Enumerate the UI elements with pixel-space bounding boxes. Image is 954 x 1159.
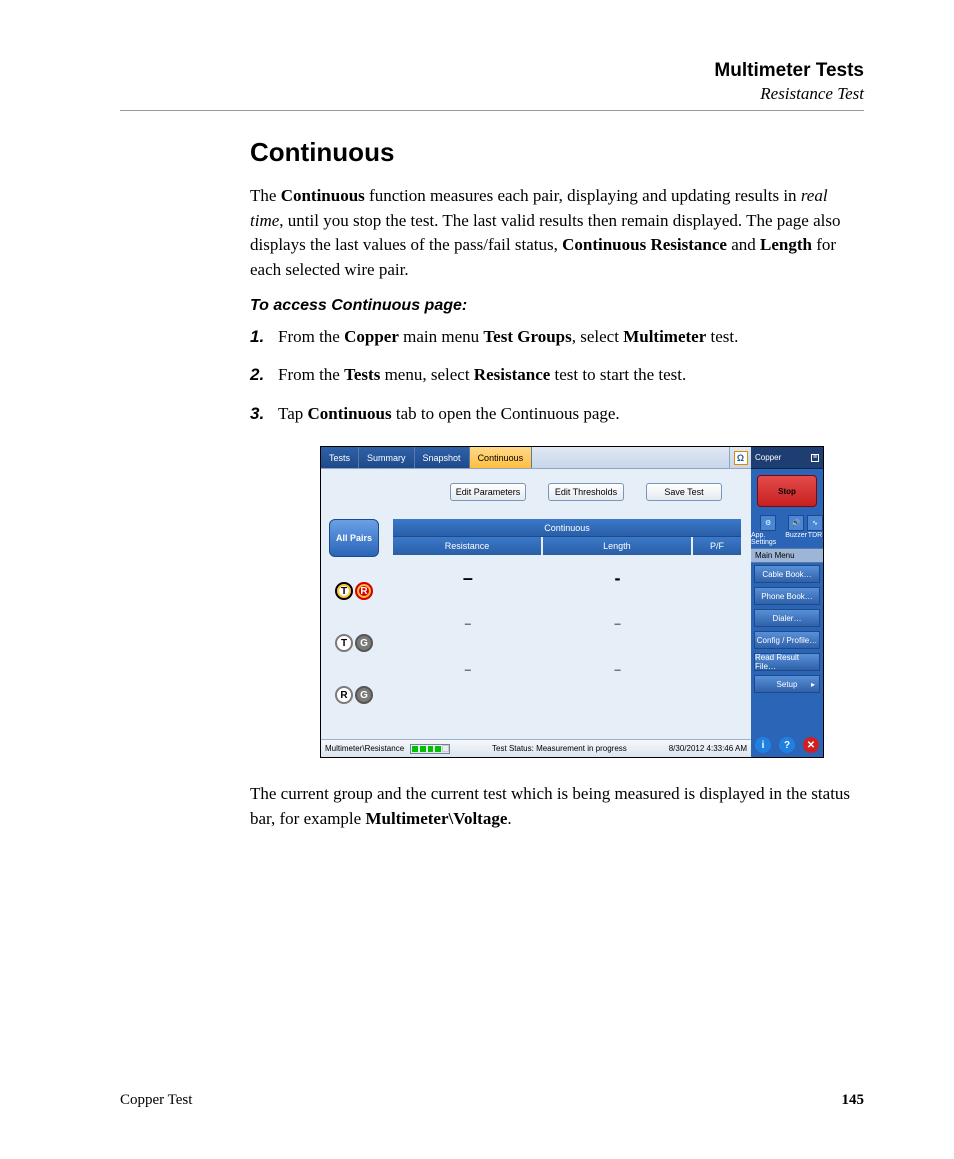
tdr-button[interactable]: ∿TDR: [807, 515, 823, 546]
pair-rg-icon[interactable]: R G: [335, 677, 373, 713]
buzzer-button[interactable]: 🔊Buzzer: [785, 515, 807, 546]
ring-icon: R: [335, 686, 353, 704]
page-number: 145: [842, 1092, 865, 1109]
all-pairs-button[interactable]: All Pairs: [329, 519, 379, 557]
intro-paragraph: The Continuous function measures each pa…: [250, 184, 864, 283]
menu-setup[interactable]: Setup▸: [754, 675, 820, 693]
tab-tests[interactable]: Tests: [321, 447, 359, 468]
menu-read-result[interactable]: Read Result File…: [754, 653, 820, 671]
step-number: 3.: [250, 402, 278, 427]
tab-snapshot[interactable]: Snapshot: [415, 447, 470, 468]
section-title: Continuous: [250, 137, 864, 168]
edit-parameters-button[interactable]: Edit Parameters: [450, 483, 526, 501]
save-test-button[interactable]: Save Test: [646, 483, 722, 501]
column-resistance: Resistance: [393, 537, 541, 555]
tab-summary[interactable]: Summary: [359, 447, 415, 468]
footer-left: Copper Test: [120, 1092, 192, 1109]
embedded-screenshot: Tests Summary Snapshot Continuous Ω Edit…: [320, 446, 824, 758]
data-row-rg: – –: [393, 647, 741, 693]
column-length: Length: [541, 537, 691, 555]
step-number: 2.: [250, 363, 278, 388]
status-timestamp: 8/30/2012 4:33:46 AM: [669, 744, 747, 753]
main-menu-header: Main Menu: [751, 548, 823, 563]
battery-icon: [410, 744, 450, 754]
value-resistance: –: [393, 618, 543, 630]
app-settings-button[interactable]: ⚙App. Settings: [751, 515, 785, 546]
procedure-subhead: To access Continuous page:: [250, 297, 864, 315]
pair-tg-icon[interactable]: T G: [335, 625, 373, 661]
speaker-icon: 🔊: [788, 515, 804, 531]
pair-tr-icon[interactable]: T R: [335, 573, 373, 609]
step-3: 3. Tap Continuous tab to open the Contin…: [250, 402, 864, 427]
tip-icon: T: [335, 582, 353, 600]
status-message: Test Status: Measurement in progress: [456, 744, 663, 753]
page-header-title: Multimeter Tests: [120, 60, 864, 82]
resistance-mode-icon[interactable]: Ω: [729, 447, 751, 468]
value-resistance: –: [393, 664, 543, 676]
status-bar: Multimeter\Resistance Test Status: Measu…: [321, 739, 751, 757]
chevron-right-icon: ▸: [811, 680, 815, 689]
tip-icon: T: [335, 634, 353, 652]
stop-button[interactable]: Stop: [757, 475, 817, 507]
value-resistance: –: [393, 568, 543, 589]
closing-paragraph: The current group and the current test w…: [250, 782, 864, 831]
close-button[interactable]: ✕: [803, 737, 819, 753]
sidebar-title: Copper: [755, 453, 781, 462]
data-row-tr: – -: [393, 555, 741, 601]
menu-config-profile[interactable]: Config / Profile…: [754, 631, 820, 649]
step-2: 2. From the Tests menu, select Resistanc…: [250, 363, 864, 388]
omega-icon: Ω: [737, 453, 744, 463]
continuous-header: Continuous: [393, 519, 741, 537]
menu-toggle-icon[interactable]: ≡: [811, 454, 819, 462]
help-button[interactable]: ?: [779, 737, 795, 753]
step-1: 1. From the Copper main menu Test Groups…: [250, 325, 864, 350]
sidebar: Copper ≡ Stop ⚙App. Settings 🔊Buzzer ∿TD…: [751, 447, 823, 757]
value-length: –: [543, 618, 693, 630]
status-path: Multimeter\Resistance: [325, 744, 404, 753]
ground-icon: G: [355, 634, 373, 652]
header-rule: [120, 110, 864, 111]
data-row-tg: – –: [393, 601, 741, 647]
ground-icon: G: [355, 686, 373, 704]
menu-dialer[interactable]: Dialer…: [754, 609, 820, 627]
menu-phone-book[interactable]: Phone Book…: [754, 587, 820, 605]
page-header-subtitle: Resistance Test: [120, 84, 864, 104]
tab-continuous[interactable]: Continuous: [470, 447, 533, 468]
gear-icon: ⚙: [760, 515, 776, 531]
step-number: 1.: [250, 325, 278, 350]
value-length: -: [543, 568, 693, 589]
value-length: –: [543, 664, 693, 676]
ring-icon: R: [355, 582, 373, 600]
tab-bar: Tests Summary Snapshot Continuous Ω: [321, 447, 751, 469]
wave-icon: ∿: [807, 515, 823, 531]
info-button[interactable]: i: [755, 737, 771, 753]
column-pf: P/F: [691, 537, 741, 555]
edit-thresholds-button[interactable]: Edit Thresholds: [548, 483, 624, 501]
menu-cable-book[interactable]: Cable Book…: [754, 565, 820, 583]
